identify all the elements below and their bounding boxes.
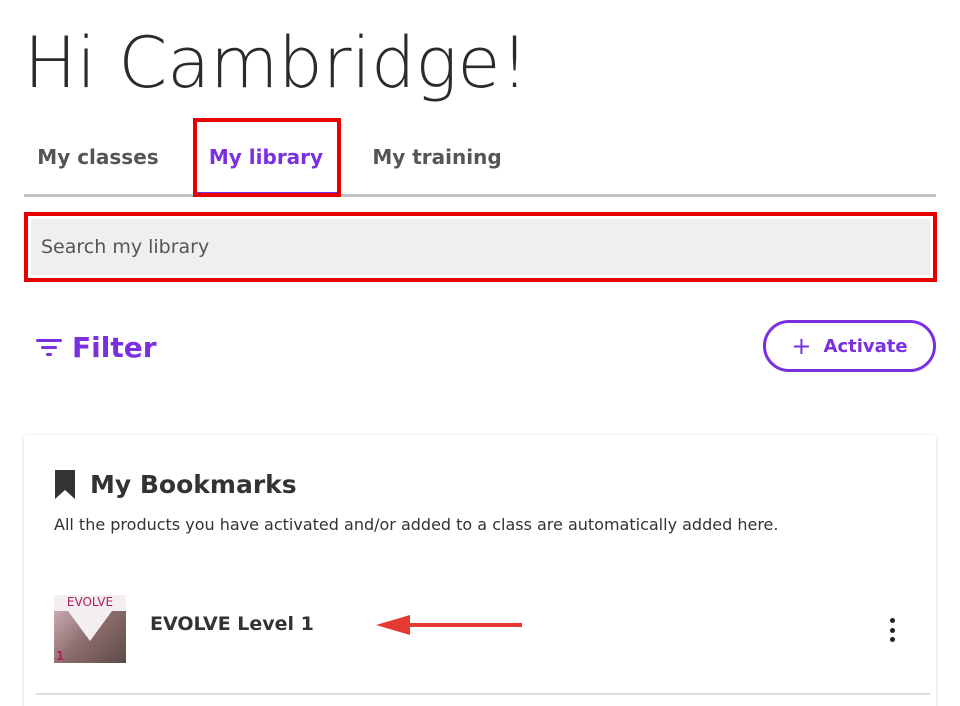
- thumbnail-brand: EVOLVE: [66, 595, 114, 609]
- activate-label: Activate: [823, 335, 908, 357]
- menu-dot: [889, 637, 895, 642]
- product-thumbnail: EVOLVE 1: [54, 595, 126, 663]
- list-item[interactable]: EVOLVE 1 EVOLVE Level 1: [54, 595, 914, 665]
- active-tab-indicator: [197, 192, 337, 196]
- filter-icon: [36, 339, 62, 356]
- more-vertical-icon[interactable]: [882, 615, 902, 645]
- tab-my-classes[interactable]: My classes: [24, 118, 172, 196]
- bookmarks-card: My Bookmarks All the products you have a…: [24, 435, 936, 706]
- menu-dot: [889, 618, 895, 623]
- row-divider: [36, 693, 930, 695]
- tab-bar: My classes My library My training: [24, 118, 936, 198]
- bookmarks-title: My Bookmarks: [90, 470, 297, 499]
- product-name[interactable]: EVOLVE Level 1: [150, 613, 314, 635]
- bookmarks-header: My Bookmarks: [54, 469, 297, 500]
- page-title: Hi Cambridge!: [24, 22, 529, 104]
- bookmarks-description: All the products you have activated and/…: [54, 515, 779, 534]
- tab-my-training[interactable]: My training: [362, 118, 512, 196]
- search-input[interactable]: [31, 219, 930, 275]
- menu-dot: [889, 627, 895, 633]
- filter-button[interactable]: Filter: [36, 326, 157, 368]
- thumbnail-chevron: [68, 611, 112, 641]
- filter-label: Filter: [72, 330, 157, 364]
- tab-my-library[interactable]: My library: [192, 118, 340, 196]
- tab-divider: [24, 194, 936, 197]
- plus-icon: +: [791, 332, 812, 360]
- search-highlight-annotation: [24, 212, 937, 282]
- bookmark-icon: [55, 470, 75, 499]
- thumbnail-level: 1: [56, 649, 65, 663]
- arrow-left-icon: [376, 615, 522, 635]
- activate-button[interactable]: + Activate: [763, 320, 936, 372]
